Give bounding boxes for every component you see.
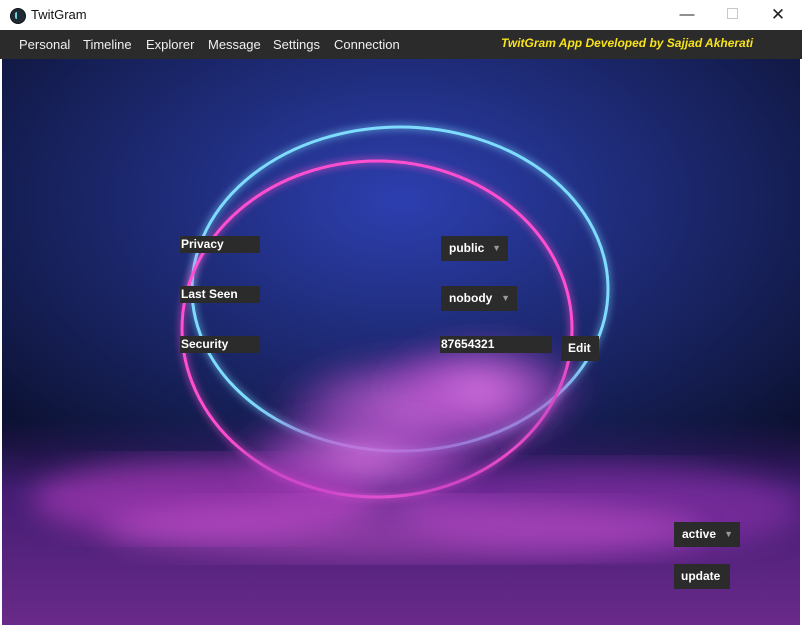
menu-bar: Personal Timeline Explorer Message Setti… (0, 30, 802, 59)
developer-credit: TwitGram App Developed by Sajjad Akherat… (501, 36, 754, 50)
chevron-down-icon: ▼ (724, 529, 733, 539)
status-value: active (682, 527, 717, 541)
menu-item-message[interactable]: Message (208, 37, 261, 52)
app-icon (10, 8, 26, 24)
title-bar: TwitGram — ✕ (0, 0, 802, 30)
maximize-icon (726, 8, 738, 20)
menu-item-connection[interactable]: Connection (334, 37, 400, 52)
security-password-field[interactable]: 87654321 (440, 336, 552, 353)
privacy-value: public (449, 241, 485, 255)
minimize-button[interactable]: — (664, 0, 710, 30)
chevron-down-icon: ▼ (492, 243, 501, 253)
window-title: TwitGram (31, 7, 87, 22)
menu-item-timeline[interactable]: Timeline (83, 37, 132, 52)
status-dropdown[interactable]: active ▼ (674, 522, 740, 547)
close-button[interactable]: ✕ (755, 0, 801, 30)
menu-item-settings[interactable]: Settings (273, 37, 320, 52)
menu-item-explorer[interactable]: Explorer (146, 37, 194, 52)
last-seen-label: Last Seen (180, 286, 260, 303)
update-button[interactable]: update (674, 564, 730, 589)
maximize-button[interactable] (709, 0, 755, 30)
chevron-down-icon: ▼ (501, 293, 510, 303)
last-seen-dropdown[interactable]: nobody ▼ (441, 286, 517, 311)
privacy-label: Privacy (180, 236, 260, 253)
last-seen-value: nobody (449, 291, 493, 305)
privacy-dropdown[interactable]: public ▼ (441, 236, 508, 261)
menu-item-personal[interactable]: Personal (19, 37, 70, 52)
edit-button[interactable]: Edit (561, 336, 599, 361)
security-label: Security (180, 336, 260, 353)
